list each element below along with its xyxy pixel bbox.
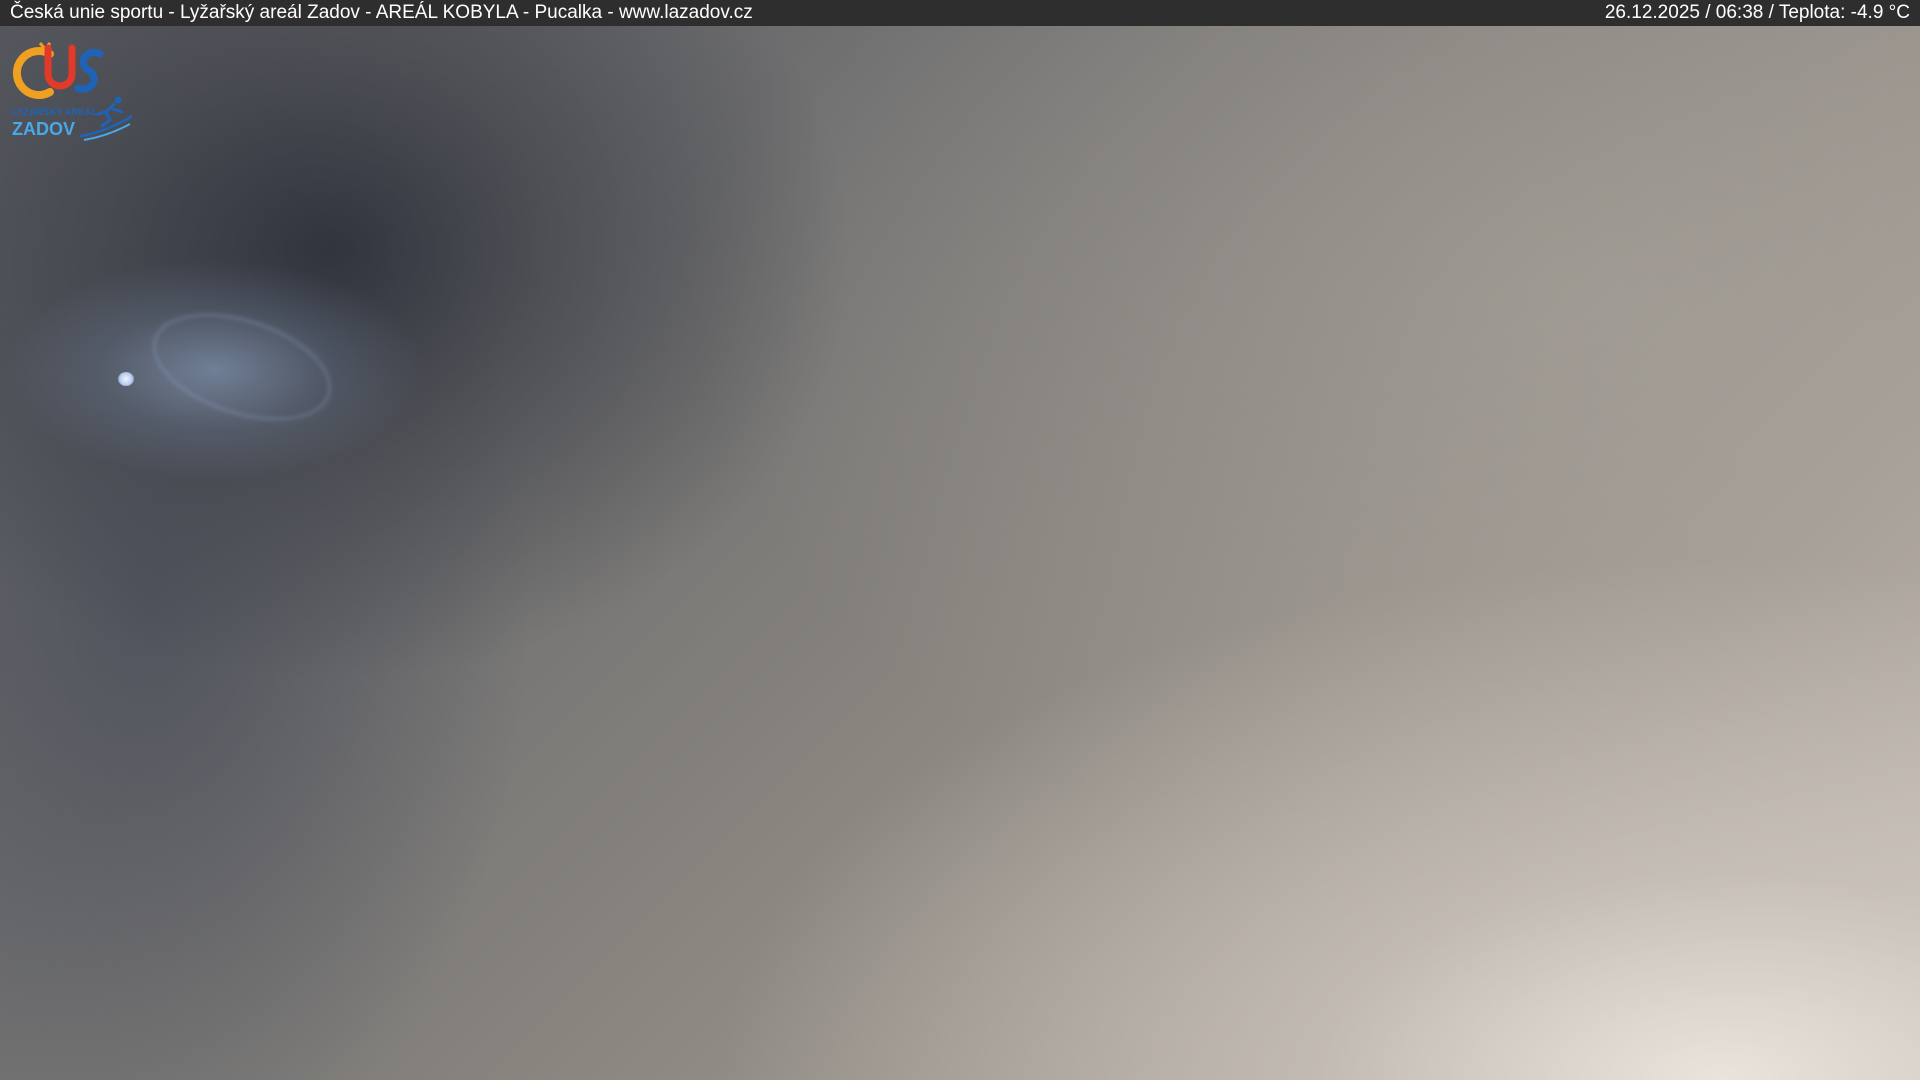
caption-status: 26.12.2025 / 06:38 / Teplota: -4.9 °C bbox=[1604, 2, 1910, 23]
cus-logo-icon: LYŽAŘSKÝ AREÁL ZADOV bbox=[12, 42, 133, 141]
svg-text:LYŽAŘSKÝ AREÁL: LYŽAŘSKÝ AREÁL bbox=[12, 106, 98, 118]
lens-glare bbox=[139, 293, 345, 441]
webcam-viewport: Česká unie sportu - Lyžařský areál Zadov… bbox=[0, 0, 1920, 1080]
skier-icon bbox=[79, 96, 133, 141]
zadov-logo: LYŽAŘSKÝ AREÁL ZADOV bbox=[10, 40, 134, 146]
caption-title: Česká unie sportu - Lyžařský areál Zadov… bbox=[10, 2, 753, 23]
light-spot bbox=[118, 372, 134, 386]
webcam-image bbox=[0, 0, 1920, 1080]
caption-bar: Česká unie sportu - Lyžařský areál Zadov… bbox=[0, 0, 1920, 26]
svg-text:ZADOV: ZADOV bbox=[12, 119, 75, 139]
